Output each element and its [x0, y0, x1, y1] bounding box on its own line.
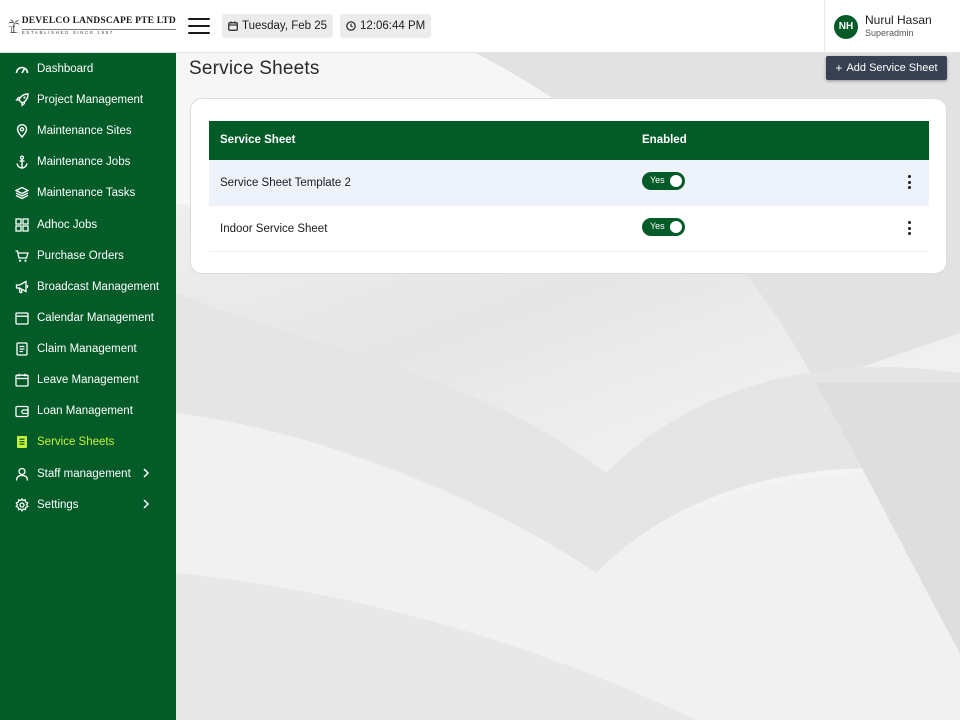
service-sheets-card: Service Sheet Enabled Service Sheet Temp…: [190, 98, 947, 274]
company-logo[interactable]: DEVELCO LANDSCAPE PTE LTD ESTABLISHED SI…: [0, 0, 176, 53]
toggle-label: Yes: [650, 221, 665, 231]
sidebar: Dashboard Project Management Maintenance…: [0, 53, 176, 720]
sidebar-item-label: Service Sheets: [37, 435, 115, 448]
sidebar-item-label: Broadcast Management: [37, 280, 160, 293]
sheet-icon: [14, 434, 30, 450]
sidebar-item-purchase-orders[interactable]: Purchase Orders: [0, 240, 176, 271]
megaphone-icon: [14, 279, 30, 295]
document-icon: [14, 341, 30, 357]
page-title: Service Sheets: [189, 58, 320, 79]
time-text: 12:06:44 PM: [360, 20, 426, 32]
menu-toggle-icon[interactable]: [188, 18, 210, 34]
sidebar-item-label: Settings: [37, 498, 79, 511]
sidebar-item-project-management[interactable]: Project Management: [0, 84, 176, 115]
toggle-knob: [670, 221, 682, 233]
sidebar-item-label: Claim Management: [37, 342, 137, 355]
company-name: DEVELCO LANDSCAPE PTE LTD: [21, 16, 176, 26]
company-tagline: ESTABLISHED SINCE 1987: [21, 28, 176, 36]
table-header: Service Sheet Enabled: [209, 121, 929, 160]
more-actions-icon[interactable]: [905, 175, 913, 189]
cart-icon: [14, 248, 30, 264]
sidebar-item-label: Maintenance Sites: [37, 124, 132, 137]
sidebar-item-claim-management[interactable]: Claim Management: [0, 333, 176, 364]
sidebar-item-label: Staff management: [37, 467, 131, 480]
sidebar-item-label: Leave Management: [37, 373, 139, 386]
sidebar-item-label: Project Management: [37, 93, 144, 106]
sidebar-item-label: Purchase Orders: [37, 249, 124, 262]
top-header: DEVELCO LANDSCAPE PTE LTD ESTABLISHED SI…: [0, 0, 960, 53]
chevron-right-icon: [143, 499, 150, 509]
sidebar-item-label: Loan Management: [37, 404, 133, 417]
user-role: Superadmin: [865, 28, 914, 39]
sidebar-item-service-sheets[interactable]: Service Sheets: [0, 426, 176, 457]
clock-icon: [346, 21, 356, 31]
sidebar-item-maintenance-tasks[interactable]: Maintenance Tasks: [0, 177, 176, 208]
palm-tree-logo-icon: [8, 19, 20, 34]
calendar-icon: [14, 310, 30, 326]
gear-icon: [14, 497, 30, 513]
date-display: Tuesday, Feb 25: [222, 14, 334, 38]
user-icon: [14, 466, 30, 482]
sidebar-item-maintenance-sites[interactable]: Maintenance Sites: [0, 115, 176, 146]
sidebar-item-broadcast-management[interactable]: Broadcast Management: [0, 271, 176, 302]
user-name: Nurul Hasan: [865, 13, 932, 28]
table-row[interactable]: Service Sheet Template 2 Yes: [209, 160, 929, 206]
sidebar-item-label: Dashboard: [37, 62, 94, 75]
time-display: 12:06:44 PM: [340, 14, 432, 38]
service-sheets-table: Service Sheet Enabled Service Sheet Temp…: [209, 121, 929, 252]
calendar-icon: [14, 372, 30, 388]
enabled-toggle[interactable]: Yes: [642, 172, 685, 190]
gauge-icon: [14, 61, 30, 77]
user-menu[interactable]: NH Nurul Hasan Superadmin: [824, 0, 960, 53]
sidebar-item-staff-management[interactable]: Staff management: [0, 458, 176, 489]
table-row[interactable]: Indoor Service Sheet Yes: [209, 206, 929, 252]
date-text: Tuesday, Feb 25: [242, 20, 328, 32]
calendar-icon: [228, 21, 238, 31]
anchor-icon: [14, 154, 30, 170]
add-button-label: Add Service Sheet: [846, 62, 938, 74]
sidebar-item-settings[interactable]: Settings: [0, 489, 176, 520]
sidebar-item-loan-management[interactable]: Loan Management: [0, 395, 176, 426]
grid-icon: [14, 217, 30, 233]
layers-icon: [14, 185, 30, 201]
add-service-sheet-button[interactable]: + Add Service Sheet: [826, 56, 947, 80]
wallet-icon: [14, 403, 30, 419]
sidebar-item-label: Maintenance Tasks: [37, 186, 136, 199]
plus-icon: +: [835, 61, 843, 75]
chevron-right-icon: [143, 468, 150, 478]
column-header-enabled: Enabled: [642, 134, 687, 146]
sidebar-item-maintenance-jobs[interactable]: Maintenance Jobs: [0, 146, 176, 177]
sidebar-item-label: Adhoc Jobs: [37, 218, 98, 231]
sidebar-item-leave-management[interactable]: Leave Management: [0, 364, 176, 395]
sidebar-item-label: Calendar Management: [37, 311, 154, 324]
more-actions-icon[interactable]: [905, 221, 913, 235]
toggle-label: Yes: [650, 175, 665, 185]
sidebar-item-dashboard[interactable]: Dashboard: [0, 53, 176, 84]
service-sheet-name: Indoor Service Sheet: [220, 223, 328, 235]
map-pin-icon: [14, 123, 30, 139]
sidebar-item-calendar-management[interactable]: Calendar Management: [0, 302, 176, 333]
service-sheet-name: Service Sheet Template 2: [220, 177, 351, 189]
toggle-knob: [670, 175, 682, 187]
avatar: NH: [834, 14, 858, 39]
rocket-icon: [14, 92, 30, 108]
enabled-toggle[interactable]: Yes: [642, 218, 685, 236]
sidebar-item-label: Maintenance Jobs: [37, 155, 131, 168]
sidebar-item-adhoc-jobs[interactable]: Adhoc Jobs: [0, 209, 176, 240]
column-header-service-sheet: Service Sheet: [220, 134, 296, 146]
